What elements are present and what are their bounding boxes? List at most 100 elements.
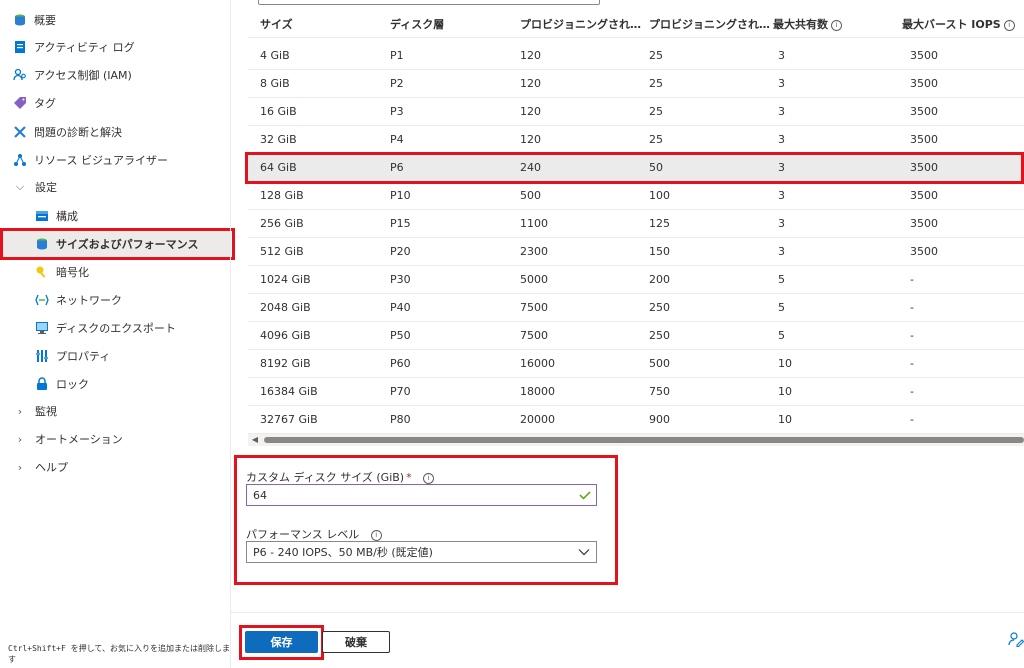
table-cell: 5000 (520, 273, 548, 286)
table-cell: 16000 (520, 357, 555, 370)
table-cell: P30 (390, 273, 411, 286)
discard-button[interactable]: 破棄 (322, 631, 390, 653)
table-cell: 3500 (910, 105, 938, 118)
table-row[interactable]: 128 GiB P10 500 100 3 3500 (248, 182, 1024, 210)
table-cell: 3500 (910, 49, 938, 62)
nav-item-iam[interactable]: アクセス制御 (IAM) (13, 62, 132, 88)
info-icon[interactable]: i (423, 472, 435, 484)
table-row[interactable]: 32 GiB P4 120 25 3 3500 (248, 126, 1024, 154)
table-row[interactable]: 4 GiB P1 120 25 3 3500 (248, 42, 1024, 70)
required-marker: * (406, 471, 412, 484)
nav-item-resource-visualizer[interactable]: リソース ビジュアライザー (13, 147, 168, 173)
nav-group-help[interactable]: › ヘルプ (13, 454, 68, 480)
table-row[interactable]: 8 GiB P2 120 25 3 3500 (248, 70, 1024, 98)
table-row[interactable]: 32767 GiB P80 20000 900 10 - (248, 406, 1024, 434)
table-row[interactable]: 256 GiB P15 1100 125 3 3500 (248, 210, 1024, 238)
table-cell: P20 (390, 245, 411, 258)
info-icon[interactable]: i (1003, 19, 1015, 31)
table-cell: 16384 GiB (260, 385, 318, 398)
table-row[interactable]: 64 GiB P6 240 50 3 3500 (248, 154, 1024, 182)
nav-item-configuration[interactable]: 構成 (35, 203, 78, 229)
table-row[interactable]: 8192 GiB P60 16000 500 10 - (248, 350, 1024, 378)
table-row[interactable]: 1024 GiB P30 5000 200 5 - (248, 266, 1024, 294)
nav-item-diagnose[interactable]: 問題の診断と解決 (13, 119, 122, 145)
table-cell: 3 (778, 77, 785, 90)
info-icon[interactable]: i (370, 529, 382, 541)
table-cell: 25 (649, 105, 663, 118)
table-cell: 4 GiB (260, 49, 290, 62)
nav-item-overview[interactable]: 概要 (13, 7, 56, 33)
table-cell: 7500 (520, 329, 548, 342)
nav-label: 暗号化 (56, 266, 89, 279)
table-row[interactable]: 16 GiB P3 120 25 3 3500 (248, 98, 1024, 126)
table-cell: 8 GiB (260, 77, 290, 90)
nav-group-label: ヘルプ (35, 461, 68, 474)
table-cell: 10 (778, 357, 792, 370)
scroll-left-arrow-icon[interactable]: ◀ (250, 434, 260, 446)
table-cell: 2300 (520, 245, 548, 258)
table-cell: - (910, 301, 914, 314)
table-cell: 32 GiB (260, 133, 297, 146)
table-cell: 1100 (520, 217, 548, 230)
horizontal-scrollbar[interactable]: ◀ (248, 434, 1024, 446)
table-cell: 128 GiB (260, 189, 304, 202)
table-cell: 3500 (910, 245, 938, 258)
save-button[interactable]: 保存 (245, 631, 318, 653)
table-cell: 200 (649, 273, 670, 286)
table-row[interactable]: 2048 GiB P40 7500 250 5 - (248, 294, 1024, 322)
table-cell: - (910, 385, 914, 398)
custom-size-label-text: カスタム ディスク サイズ (GiB) (246, 471, 405, 484)
column-header[interactable]: プロビジョニングされ… (649, 12, 769, 38)
nav-group-monitoring[interactable]: › 監視 (13, 398, 57, 424)
table-cell: 50 (649, 161, 663, 174)
scrollbar-thumb[interactable] (264, 437, 1024, 443)
column-header[interactable]: ディスク層 (390, 12, 444, 38)
nav-item-activity-log[interactable]: アクティビティ ログ (13, 34, 135, 60)
nav-item-properties[interactable]: プロパティ (35, 343, 110, 369)
performance-tier-dropdown[interactable]: P6 - 240 IOPS、50 MB/秒 (既定値) (246, 541, 597, 563)
table-cell: 3 (778, 105, 785, 118)
column-header[interactable]: サイズ (260, 12, 293, 38)
table-cell: 3 (778, 217, 785, 230)
nav-group-automation[interactable]: › オートメーション (13, 426, 123, 452)
table-cell: 500 (520, 189, 541, 202)
table-cell: P4 (390, 133, 404, 146)
table-cell: 3 (778, 189, 785, 202)
table-row[interactable]: 4096 GiB P50 7500 250 5 - (248, 322, 1024, 350)
info-icon[interactable]: i (831, 19, 842, 31)
table-row[interactable]: 16384 GiB P70 18000 750 10 - (248, 378, 1024, 406)
chevron-right-icon: › (17, 460, 23, 474)
nav-item-encryption[interactable]: 暗号化 (35, 259, 89, 285)
table-cell: 512 GiB (260, 245, 304, 258)
lock-icon (35, 377, 49, 391)
nav-item-network[interactable]: ネットワーク (35, 287, 122, 313)
table-row[interactable]: 512 GiB P20 2300 150 3 3500 (248, 238, 1024, 266)
table-cell: 250 (649, 329, 670, 342)
table-cell: 120 (520, 77, 541, 90)
column-header[interactable]: 最大バースト IOPS i (902, 12, 1015, 38)
table-cell: - (910, 357, 914, 370)
table-cell: 3500 (910, 161, 938, 174)
nav-item-disk-export[interactable]: ディスクのエクスポート (35, 315, 176, 341)
table-cell: 5 (778, 273, 785, 286)
nav-item-locks[interactable]: ロック (35, 371, 89, 397)
performance-label-text: パフォーマンス レベル (246, 528, 360, 541)
table-cell: 500 (649, 357, 670, 370)
table-cell: 5 (778, 301, 785, 314)
panel-divider (230, 0, 231, 668)
table-cell: 16 GiB (260, 105, 297, 118)
table-cell: 100 (649, 189, 670, 202)
table-cell: 150 (649, 245, 670, 258)
custom-size-input[interactable] (246, 484, 597, 506)
table-cell: 3 (778, 161, 785, 174)
column-header[interactable]: 最大共有数 i (773, 12, 842, 38)
table-cell: 7500 (520, 301, 548, 314)
nav-item-size-performance[interactable]: サイズおよびパフォーマンス (0, 231, 230, 257)
nav-label: アクティビティ ログ (34, 41, 135, 54)
nav-item-tags[interactable]: タグ (13, 90, 56, 116)
feedback-icon[interactable] (1008, 631, 1024, 647)
table-cell: 3 (778, 245, 785, 258)
table-cell: 8192 GiB (260, 357, 311, 370)
column-header[interactable]: プロビジョニングされ… (520, 12, 646, 38)
nav-group-settings[interactable]: ⌵ 設定 (13, 174, 57, 200)
